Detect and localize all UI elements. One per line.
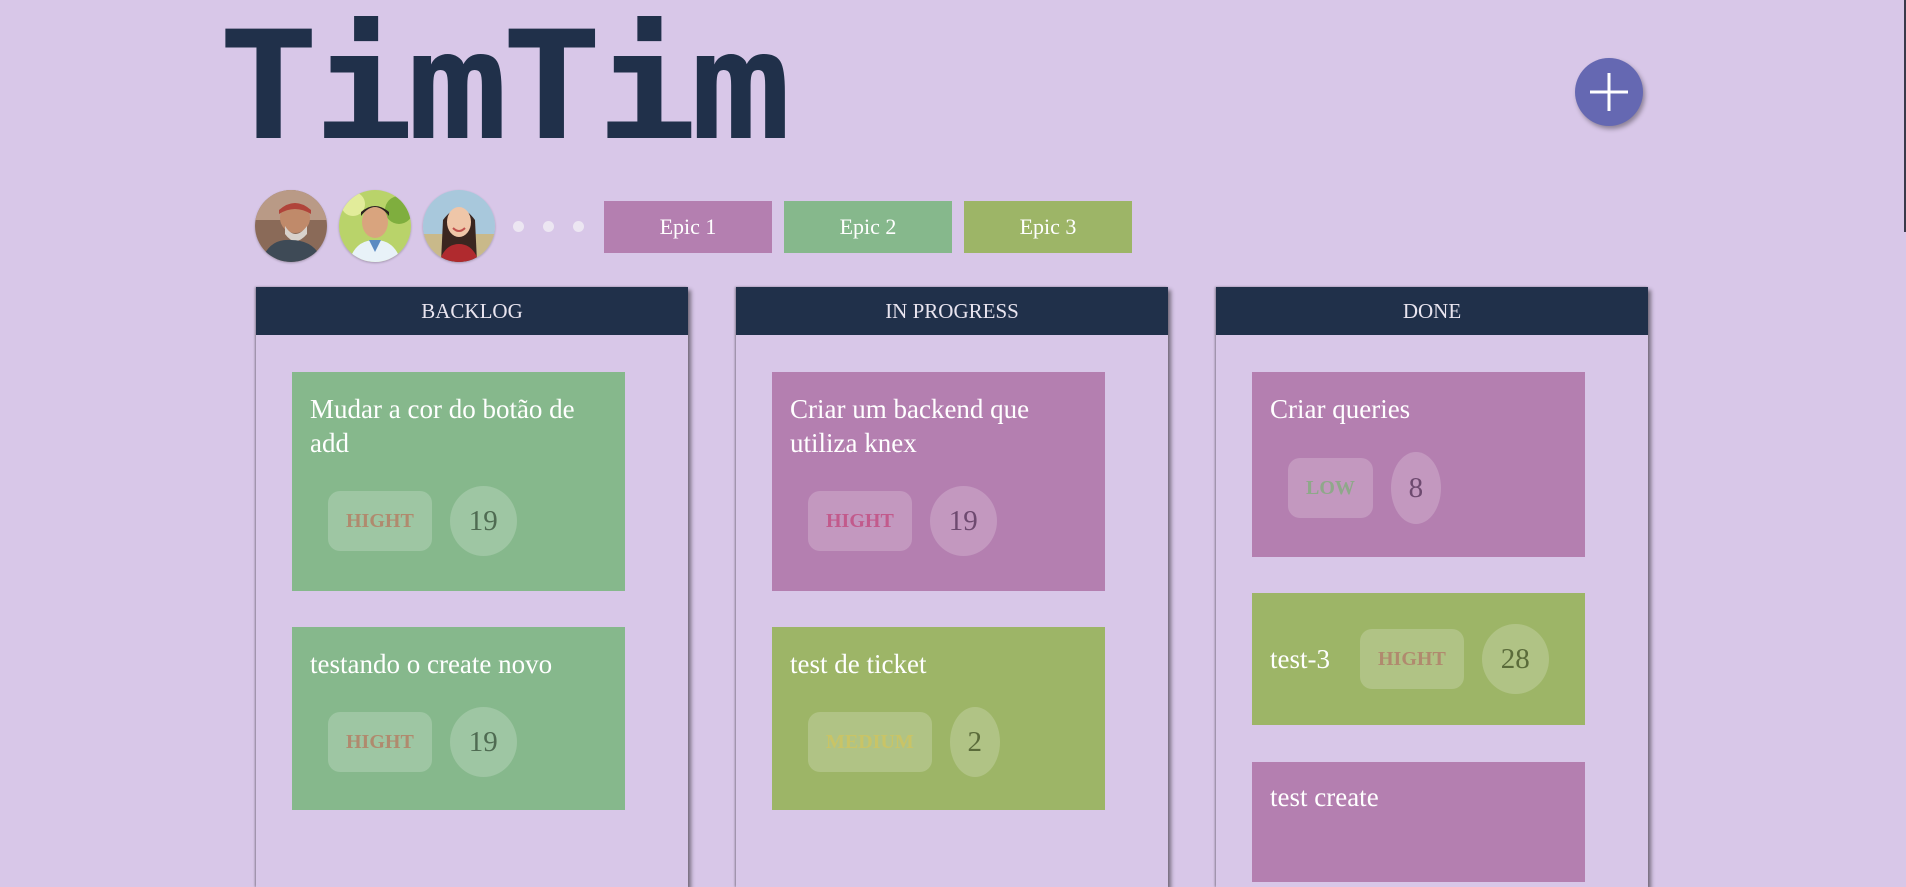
ticket-card[interactable]: Criar queries LOW 8 (1252, 372, 1585, 557)
story-points-badge: 19 (449, 707, 517, 777)
plus-icon (1590, 73, 1628, 111)
dot (543, 220, 554, 232)
priority-badge: HIGHT (328, 491, 432, 551)
priority-badge: HIGHT (328, 712, 432, 772)
priority-badge: LOW (1288, 458, 1373, 518)
story-points-badge: 19 (929, 486, 997, 556)
ticket-card[interactable]: test de ticket MEDIUM 2 (772, 627, 1105, 810)
story-points-badge: 19 (449, 486, 517, 556)
dot (513, 220, 524, 232)
priority-badge: HIGHT (808, 491, 912, 551)
epic-3-button[interactable]: Epic 3 (964, 201, 1132, 253)
ticket-card[interactable]: Criar um backend que utiliza knex HIGHT … (772, 372, 1105, 591)
column-in-progress: IN PROGRESS Criar um backend que utiliza… (736, 287, 1168, 887)
ticket-card[interactable]: test-3 HIGHT 28 (1252, 593, 1585, 725)
epic-1-button[interactable]: Epic 1 (604, 201, 772, 253)
column-header: DONE (1216, 287, 1648, 335)
avatar-member-1[interactable] (255, 190, 327, 262)
avatar-member-3[interactable] (423, 190, 495, 262)
ticket-title: Mudar a cor do botão de add (310, 394, 575, 458)
app-logo: TimTim (218, 0, 791, 174)
more-members-button[interactable] (513, 220, 603, 232)
dot (573, 220, 584, 232)
team-members (255, 190, 603, 262)
avatar-member-2[interactable] (339, 190, 411, 262)
ticket-card[interactable]: Mudar a cor do botão de add HIGHT 19 (292, 372, 625, 591)
ticket-title: Criar queries (1270, 394, 1411, 424)
epic-filters: Epic 1 Epic 2 Epic 3 (604, 201, 1144, 253)
add-ticket-button[interactable] (1575, 58, 1643, 126)
column-done: DONE Criar queries LOW 8 test-3 HIGHT 28… (1216, 287, 1648, 887)
ticket-title: Criar um backend que utiliza knex (790, 394, 1030, 458)
priority-badge: MEDIUM (808, 712, 932, 772)
story-points-badge: 28 (1481, 624, 1549, 694)
story-points-badge: 2 (949, 707, 1000, 777)
ticket-title: testando o create novo (310, 649, 553, 679)
epic-2-button[interactable]: Epic 2 (784, 201, 952, 253)
ticket-card[interactable]: testando o create novo HIGHT 19 (292, 627, 625, 810)
priority-badge: HIGHT (1360, 629, 1464, 689)
column-header: IN PROGRESS (736, 287, 1168, 335)
ticket-title: test-3 (1270, 644, 1330, 674)
column-header: BACKLOG (256, 287, 688, 335)
ticket-title: test create (1270, 782, 1379, 812)
ticket-title: test de ticket (790, 649, 927, 679)
ticket-card[interactable]: test create (1252, 762, 1585, 882)
story-points-badge: 8 (1390, 452, 1441, 524)
column-backlog: BACKLOG Mudar a cor do botão de add HIGH… (256, 287, 688, 887)
